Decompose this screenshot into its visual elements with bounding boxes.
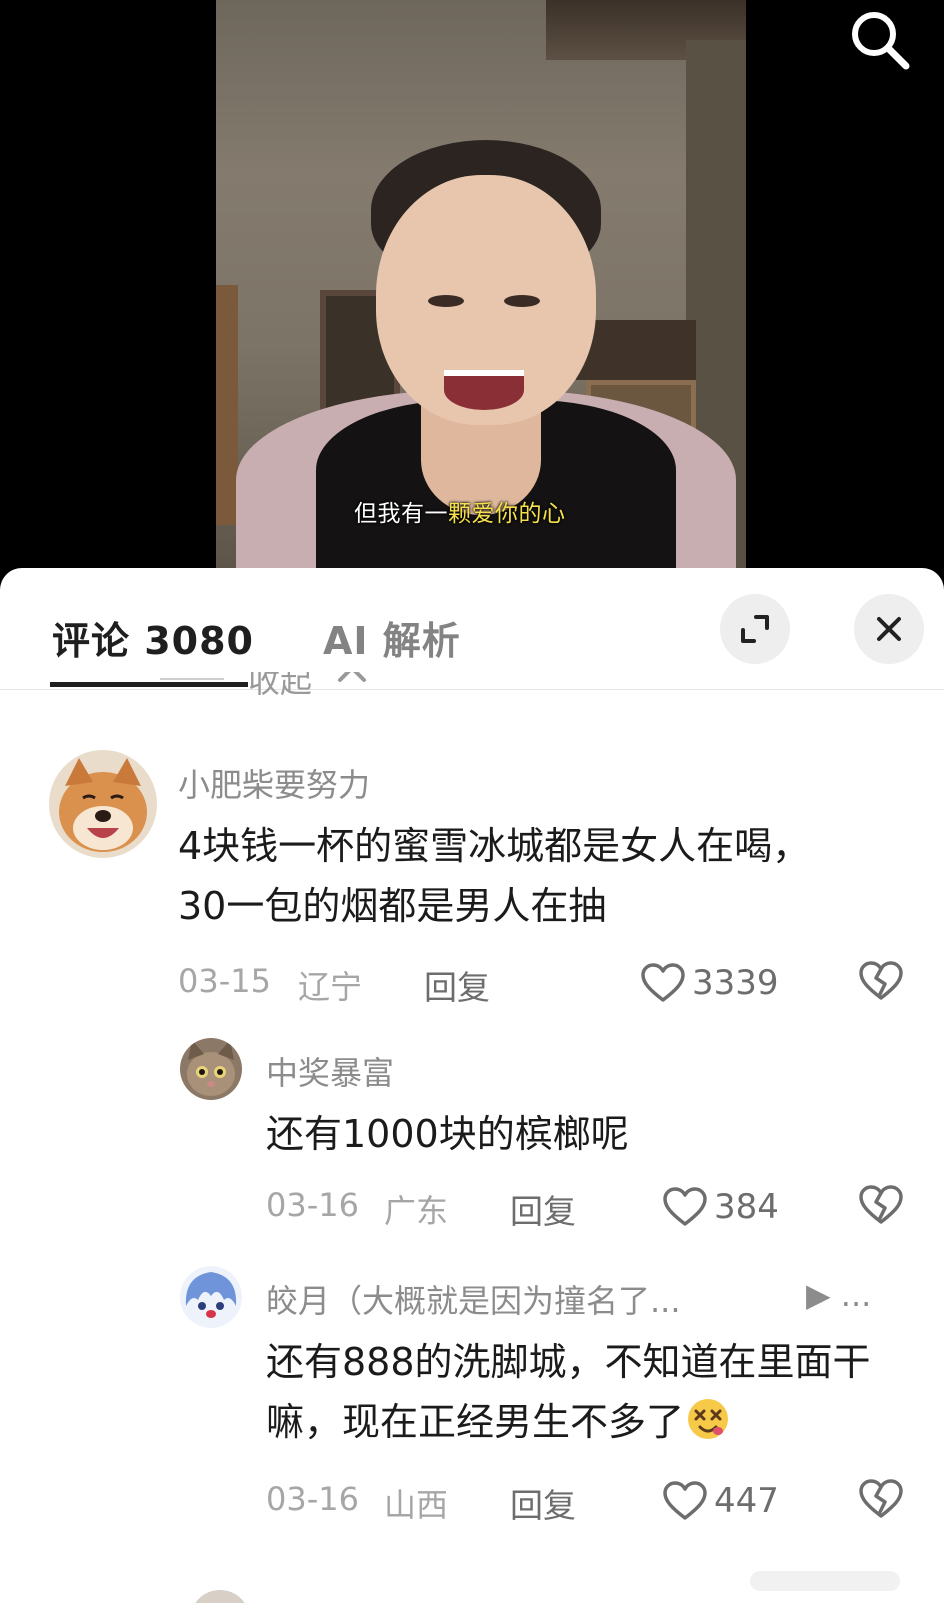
collapse-replies-button[interactable]: 收起: [160, 672, 420, 704]
comment-panel: 评论 3080 AI 解析 收起 小肥柴要努力 4块钱一杯的蜜雪冰城都是女人在喝…: [0, 568, 944, 1603]
comment-username[interactable]: 中奖暴富: [266, 1048, 394, 1094]
comment-username[interactable]: 小肥柴要努力: [178, 760, 370, 806]
dislike-button[interactable]: [858, 1478, 904, 1524]
reply-to-marker[interactable]: ▶ ...: [806, 1276, 871, 1314]
tab-bar: 评论 3080 AI 解析: [0, 568, 944, 690]
comment-text: 还有1000块的槟榔呢: [266, 1112, 629, 1156]
subtitle-highlight: 颗爱你的心: [448, 501, 566, 527]
like-count: 447: [714, 1481, 779, 1521]
comment-text: 还有888的洗脚城，不知道在里面干嘛，现在正经男生不多了: [266, 1332, 906, 1452]
dizzy-face-emoji: [688, 1399, 729, 1439]
tab-divider: [0, 689, 944, 690]
mouth: [444, 370, 524, 410]
comment-date: 03-16: [266, 1480, 359, 1518]
avatar[interactable]: [180, 1038, 242, 1100]
collapse-label: 收起: [248, 672, 313, 700]
scroll-indicator[interactable]: [750, 1571, 900, 1591]
broken-heart-icon: [859, 961, 903, 1000]
tab-comments[interactable]: 评论 3080: [52, 610, 254, 665]
comment-location: 山西: [384, 1486, 449, 1524]
broken-heart-icon: [859, 1185, 903, 1224]
dislike-button[interactable]: [858, 960, 904, 1006]
heart-icon: [641, 963, 685, 1002]
search-icon: [852, 12, 910, 70]
close-icon: [877, 617, 901, 641]
comment-text-body: 还有888的洗脚城，不知道在里面干嘛，现在正经男生不多了: [266, 1340, 871, 1444]
expand-button[interactable]: [720, 594, 790, 664]
person-face: [376, 175, 596, 425]
cat-avatar-image: [180, 1038, 242, 1100]
comment-location: 广东: [384, 1192, 449, 1230]
like-button[interactable]: 3339: [640, 960, 779, 1006]
video-subtitle: 但我有一颗爱你的心: [354, 494, 566, 528]
video-player[interactable]: 但我有一颗爱你的心: [0, 0, 944, 575]
heart-icon: [663, 1481, 707, 1520]
like-count: 384: [714, 1187, 779, 1227]
comment-text: 4块钱一杯的蜜雪冰城都是女人在喝，30一包的烟都是男人在抽: [178, 824, 811, 928]
close-button[interactable]: [854, 594, 924, 664]
eye-right: [504, 295, 540, 307]
subtitle-prefix: 但我有一: [354, 501, 448, 527]
comment-location: 辽宁: [298, 968, 363, 1006]
door-frame: [216, 285, 238, 525]
reply-button[interactable]: 回复: [510, 1185, 576, 1233]
like-button[interactable]: 447: [662, 1478, 779, 1524]
expand-icon: [741, 615, 769, 643]
comment-username[interactable]: 皎月（大概就是因为撞名了...: [266, 1276, 681, 1322]
broken-heart-icon: [859, 1479, 903, 1518]
comment-date: 03-16: [266, 1186, 359, 1224]
reply-button[interactable]: 回复: [510, 1479, 576, 1527]
avatar[interactable]: [49, 750, 157, 858]
comment-date: 03-15: [178, 962, 271, 1000]
like-count: 3339: [692, 963, 779, 1003]
eye-left: [428, 295, 464, 307]
dislike-button[interactable]: [858, 1184, 904, 1230]
video-frame: [216, 0, 746, 575]
avatar[interactable]: [180, 1266, 242, 1328]
anime-avatar-image: [180, 1266, 242, 1328]
heart-icon: [663, 1187, 707, 1226]
dog-avatar-image: [49, 750, 157, 858]
collapse-divider: [160, 678, 224, 680]
reply-button[interactable]: 回复: [424, 961, 490, 1009]
like-button[interactable]: 384: [662, 1184, 779, 1230]
chevron-up-icon: [338, 672, 366, 682]
search-button[interactable]: [844, 6, 914, 76]
tab-ai-analysis[interactable]: AI 解析: [323, 610, 461, 665]
